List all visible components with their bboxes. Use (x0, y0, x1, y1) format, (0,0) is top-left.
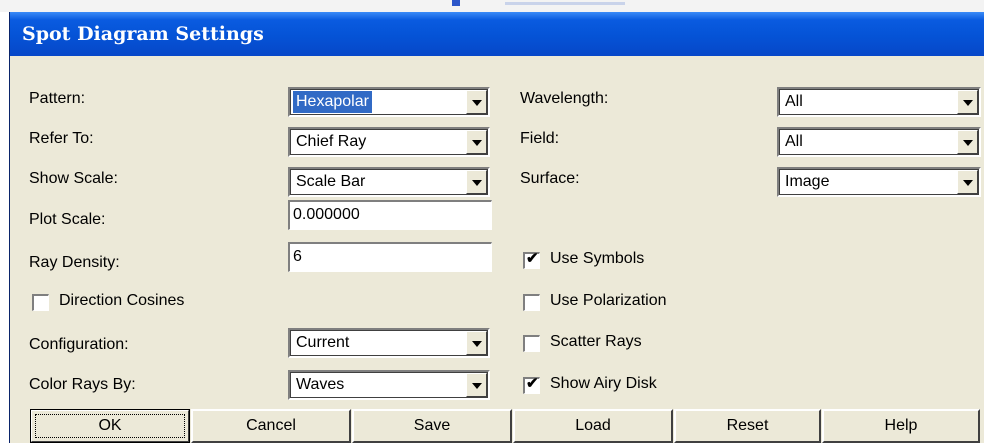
cancel-button-label: Cancel (246, 417, 296, 434)
scatter-rays-checkbox[interactable]: Scatter Rays (523, 333, 723, 355)
cancel-button[interactable]: Cancel (191, 409, 351, 443)
pattern-dropdown[interactable]: Hexapolar (288, 87, 490, 117)
save-button-label: Save (413, 417, 451, 434)
ok-button[interactable]: OK (30, 409, 190, 443)
use-symbols-label: Use Symbols (550, 250, 645, 267)
save-button[interactable]: Save (352, 409, 512, 443)
plot-scale-label: Plot Scale: (29, 211, 106, 228)
show-airy-disk-box[interactable]: ✔ (523, 375, 540, 394)
ray-density-label: Ray Density: (29, 254, 120, 271)
chevron-down-icon[interactable] (466, 90, 487, 114)
show-scale-label: Show Scale: (29, 170, 118, 187)
chevron-down-icon[interactable] (466, 331, 487, 355)
chevron-down-icon[interactable] (957, 130, 978, 154)
reset-button[interactable]: Reset (674, 409, 821, 443)
refer-to-dropdown[interactable]: Chief Ray (288, 127, 490, 157)
chevron-down-icon[interactable] (957, 90, 978, 114)
ray-density-input[interactable]: 6 (288, 242, 492, 272)
plot-scale-value: 0.000000 (293, 206, 360, 223)
configuration-label: Configuration: (29, 336, 129, 353)
direction-cosines-checkbox[interactable]: Direction Cosines (32, 292, 232, 314)
wavelength-value: All (785, 93, 803, 110)
checkmark-icon: ✔ (526, 375, 539, 392)
pattern-label: Pattern: (29, 90, 86, 107)
surface-label: Surface: (520, 170, 580, 187)
wavelength-dropdown[interactable]: All (777, 87, 981, 117)
configuration-value: Current (296, 334, 350, 351)
show-scale-dropdown[interactable]: Scale Bar (288, 167, 490, 197)
surface-dropdown[interactable]: Image (777, 167, 981, 197)
chevron-down-icon[interactable] (466, 170, 487, 194)
spot-diagram-settings-dialog: Spot Diagram Settings Pattern: Hexapolar… (9, 12, 984, 443)
scatter-rays-label: Scatter Rays (550, 333, 642, 350)
help-button-label: Help (884, 417, 918, 434)
configuration-dropdown[interactable]: Current (288, 328, 490, 358)
direction-cosines-label: Direction Cosines (59, 292, 185, 309)
field-value: All (785, 133, 803, 150)
chevron-down-icon[interactable] (466, 130, 487, 154)
load-button-label: Load (575, 417, 611, 434)
show-scale-value: Scale Bar (296, 173, 366, 190)
title-bar[interactable]: Spot Diagram Settings (10, 12, 984, 56)
scatter-rays-box[interactable] (523, 335, 540, 352)
color-rays-by-value: Waves (296, 376, 345, 393)
chevron-down-icon[interactable] (957, 170, 978, 194)
ray-density-value: 6 (293, 248, 302, 265)
use-polarization-box[interactable] (523, 294, 540, 311)
field-label: Field: (520, 130, 560, 147)
load-button[interactable]: Load (513, 409, 673, 443)
chevron-down-icon[interactable] (466, 373, 487, 397)
surface-value: Image (785, 173, 830, 190)
show-airy-disk-label: Show Airy Disk (550, 375, 657, 392)
show-airy-disk-checkbox[interactable]: ✔ Show Airy Disk (523, 375, 723, 397)
pattern-value: Hexapolar (293, 91, 372, 113)
direction-cosines-box[interactable] (32, 294, 49, 311)
use-symbols-checkbox[interactable]: ✔ Use Symbols (523, 250, 723, 272)
use-polarization-checkbox[interactable]: Use Polarization (523, 292, 723, 314)
focus-rectangle (35, 414, 185, 438)
background-icon (452, 0, 460, 6)
help-button[interactable]: Help (822, 409, 980, 443)
background-text-fragment (505, 2, 625, 5)
checkmark-icon: ✔ (526, 250, 539, 267)
color-rays-by-dropdown[interactable]: Waves (288, 370, 490, 400)
dialog-title: Spot Diagram Settings (22, 23, 264, 45)
field-dropdown[interactable]: All (777, 127, 981, 157)
use-symbols-box[interactable]: ✔ (523, 250, 540, 269)
use-polarization-label: Use Polarization (550, 292, 667, 309)
color-rays-by-label: Color Rays By: (29, 376, 136, 393)
plot-scale-input[interactable]: 0.000000 (288, 200, 492, 230)
reset-button-label: Reset (726, 417, 769, 434)
refer-to-label: Refer To: (29, 130, 94, 147)
wavelength-label: Wavelength: (520, 90, 609, 107)
refer-to-value: Chief Ray (296, 133, 367, 150)
background-window-strip (0, 0, 984, 12)
